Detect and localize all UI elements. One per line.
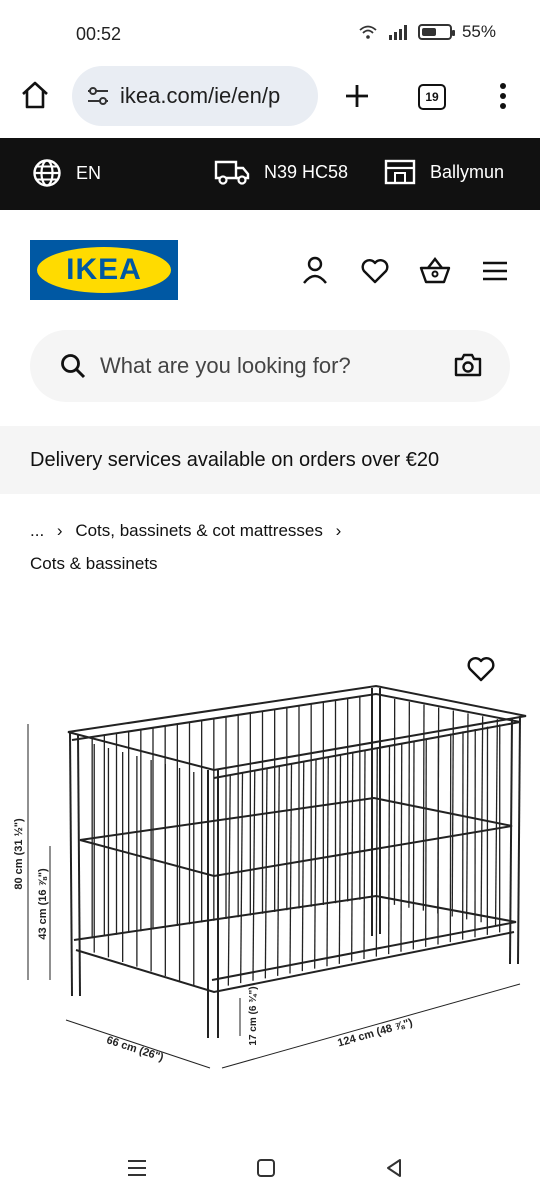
- new-tab-icon[interactable]: [343, 82, 371, 110]
- hamburger-menu-icon[interactable]: [482, 260, 508, 282]
- logo-text: IKEA: [66, 253, 142, 286]
- heart-icon[interactable]: [360, 258, 390, 284]
- dim-height-label: 80 cm (31 ½"): [13, 818, 25, 890]
- dim-length-label: 124 cm (48 ⅞"): [336, 1017, 414, 1050]
- language-label: EN: [76, 162, 102, 183]
- cot-slat: [326, 756, 329, 967]
- site-settings-icon[interactable]: [86, 85, 110, 107]
- store-icon: [384, 158, 416, 186]
- recent-apps-icon[interactable]: [126, 1158, 148, 1178]
- site-header: IKEA: [0, 210, 540, 320]
- search-icon: [60, 353, 86, 379]
- home-icon[interactable]: [20, 80, 50, 110]
- postcode-selector[interactable]: N39 HC58: [214, 158, 348, 186]
- breadcrumb-ellipsis[interactable]: ...: [30, 521, 44, 540]
- menu-dots-icon[interactable]: [498, 82, 508, 110]
- cot-slat: [289, 763, 293, 974]
- breadcrumb-current[interactable]: Cots & bassinets: [30, 554, 158, 573]
- cot-slat: [227, 775, 231, 986]
- search-bar[interactable]: What are you looking for?: [30, 330, 510, 402]
- cot-slat: [314, 759, 317, 969]
- back-nav-icon[interactable]: [384, 1158, 404, 1178]
- status-time: 00:52: [76, 24, 122, 44]
- chevron-right-icon: ›: [335, 521, 342, 540]
- cot-slat: [277, 766, 280, 976]
- cot-slat: [375, 747, 378, 957]
- status-bar: 00:52 55%: [0, 0, 540, 68]
- cot-dimension-drawing: 80 cm (31 ½") 43 cm (16 ⅞") 17 cm (6 ¾")…: [13, 684, 527, 1069]
- search-input[interactable]: What are you looking for?: [100, 353, 351, 379]
- locale-bar: EN N39 HC58 Ballymun: [0, 138, 540, 210]
- ikea-logo[interactable]: IKEA: [30, 240, 178, 300]
- dim-mattress-height-label: 43 cm (16 ⅞"): [37, 868, 49, 940]
- cot-slat: [264, 768, 268, 979]
- breadcrumb-parent-link[interactable]: Cots, bassinets & cot mattresses: [75, 521, 323, 540]
- dim-clearance-label: 17 cm (6 ¾"): [248, 986, 259, 1045]
- cot-slat: [425, 738, 427, 947]
- cot-slat: [388, 745, 391, 955]
- logo-oval: IKEA: [37, 247, 171, 293]
- cot-slat: [363, 749, 366, 960]
- cot-slat: [252, 770, 256, 981]
- truck-icon: [214, 158, 250, 186]
- dim-width-label: 66 cm (26"): [105, 1034, 165, 1064]
- tab-switcher-button[interactable]: 19: [418, 84, 446, 110]
- store-selector[interactable]: Ballymun: [384, 158, 504, 186]
- store-label: Ballymun: [430, 161, 505, 182]
- browser-toolbar: ikea.com/ie/en/p 19: [0, 62, 540, 130]
- account-icon[interactable]: [302, 256, 328, 284]
- home-nav-icon[interactable]: [256, 1158, 276, 1178]
- breadcrumb: ... › Cots, bassinets & cot mattresses ›…: [30, 514, 530, 580]
- url-text: ikea.com/ie/en/p: [120, 83, 281, 108]
- postcode-label: N39 HC58: [264, 161, 349, 182]
- cot-slat: [338, 754, 342, 964]
- cot-slat: [301, 761, 305, 972]
- cart-icon[interactable]: [418, 256, 452, 284]
- product-image[interactable]: 80 cm (31 ½") 43 cm (16 ⅞") 17 cm (6 ¾")…: [0, 640, 540, 1080]
- language-selector[interactable]: EN: [32, 158, 101, 188]
- system-nav-bar: [0, 1140, 540, 1200]
- camera-icon[interactable]: [454, 352, 482, 378]
- address-bar[interactable]: ikea.com/ie/en/p: [72, 66, 318, 126]
- wifi-icon: [358, 24, 378, 40]
- favourite-heart-icon[interactable]: [466, 656, 496, 682]
- battery-percent: 55%: [461, 22, 496, 41]
- delivery-banner-text: Delivery services available on orders ov…: [30, 448, 440, 471]
- delivery-banner[interactable]: Delivery services available on orders ov…: [0, 426, 540, 494]
- cot-slat: [240, 773, 244, 984]
- chevron-right-icon: ›: [56, 521, 63, 540]
- cot-slat: [351, 752, 354, 962]
- cot-slat: [412, 740, 415, 950]
- battery-icon: [417, 24, 455, 40]
- signal-icon: [388, 24, 408, 40]
- status-icons: 55%: [358, 22, 496, 42]
- cot-slat: [400, 742, 403, 952]
- globe-icon: [32, 158, 62, 188]
